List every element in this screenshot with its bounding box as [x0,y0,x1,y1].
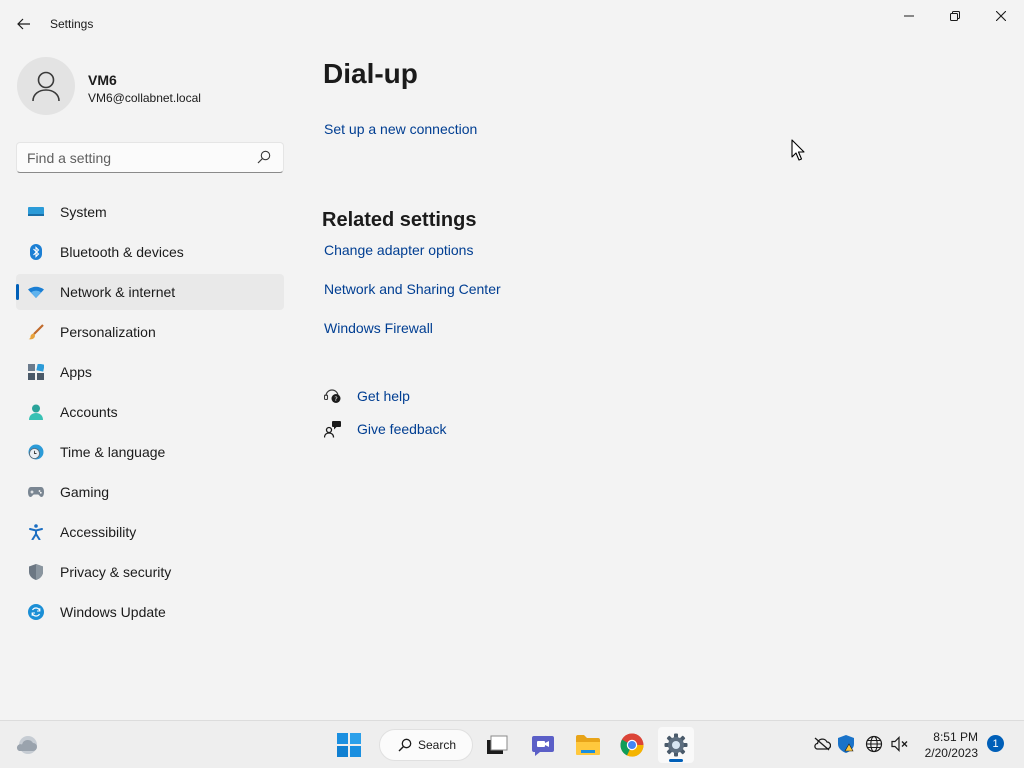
shield-icon [28,564,44,580]
windows-logo-icon [337,733,361,757]
notification-badge[interactable]: 1 [987,735,1004,752]
close-button[interactable] [978,0,1024,32]
gamepad-icon [28,484,44,500]
sidebar-item-label: Time & language [60,444,166,460]
system-icon [28,204,44,220]
network-sharing-center-link[interactable]: Network and Sharing Center [324,281,501,297]
apps-icon [28,364,44,380]
svg-text:?: ? [334,395,337,403]
user-icon [32,71,60,102]
avatar[interactable] [17,57,75,115]
brush-icon [28,324,44,340]
search-icon [398,738,412,752]
taskbar: Search 8:51 PM 2/20/2023 1 [0,720,1024,768]
accounts-icon [28,404,44,420]
accessibility-icon [28,524,44,540]
restore-button[interactable] [932,0,978,32]
task-view-icon [487,735,508,754]
sidebar-item-bluetooth-devices[interactable]: Bluetooth & devices [16,234,284,270]
close-icon [996,11,1006,21]
windows-firewall-link[interactable]: Windows Firewall [324,320,433,336]
back-button[interactable] [10,10,38,38]
sidebar-item-system[interactable]: System [16,194,284,230]
setup-new-connection-link[interactable]: Set up a new connection [324,121,477,137]
taskbar-search[interactable]: Search [379,729,473,761]
get-help-row[interactable]: ? Get help [324,386,410,406]
sidebar-item-personalization[interactable]: Personalization [16,314,284,350]
security-warning-icon[interactable] [837,735,855,753]
sidebar-item-label: Accounts [60,404,118,420]
title-bar: Settings [0,0,1024,48]
search-input[interactable] [27,149,247,167]
sidebar-item-label: Network & internet [60,284,176,300]
change-adapter-options-link[interactable]: Change adapter options [324,242,473,258]
volume-muted-icon[interactable] [891,735,909,753]
get-help-link[interactable]: Get help [357,388,410,404]
sidebar-item-accessibility[interactable]: Accessibility [16,514,284,550]
sidebar-item-time-language[interactable]: Time & language [16,434,284,470]
sidebar-item-label: Privacy & security [60,564,172,580]
clock-time: 8:51 PM [933,730,978,744]
user-email: VM6@collabnet.local [88,91,201,105]
sidebar-item-label: Gaming [60,484,110,500]
onedrive-offline-icon[interactable] [813,735,831,753]
weather-widget-icon[interactable] [14,733,40,757]
start-button[interactable] [331,727,367,763]
folder-icon [576,735,600,755]
sidebar-item-accounts[interactable]: Accounts [16,394,284,430]
page-title: Dial-up [323,58,418,89]
mouse-cursor-icon [791,139,805,161]
sidebar-item-label: Bluetooth & devices [60,244,184,260]
help-icon: ? [324,387,342,405]
restore-icon [950,11,960,21]
task-view-button[interactable] [479,727,515,763]
app-title: Settings [50,17,94,31]
clock-date: 2/20/2023 [924,746,978,760]
sidebar-item-network-internet[interactable]: Network & internet [16,274,284,310]
sidebar-item-windows-update[interactable]: Windows Update [16,594,284,630]
settings-app-button[interactable] [658,727,694,763]
bluetooth-icon [28,244,44,260]
wifi-icon [28,284,44,300]
back-arrow-icon [17,18,30,30]
update-icon [28,604,44,620]
give-feedback-link[interactable]: Give feedback [357,421,447,437]
file-explorer-button[interactable] [570,727,606,763]
chat-icon [532,736,554,756]
chrome-icon [620,733,644,757]
sidebar-item-label: Windows Update [60,604,166,620]
sidebar-item-label: Accessibility [60,524,137,540]
feedback-icon [324,420,342,438]
teams-chat-button[interactable] [525,727,561,763]
sidebar-item-privacy-security[interactable]: Privacy & security [16,554,284,590]
clock-globe-icon [28,444,44,460]
taskbar-clock[interactable]: 8:51 PM 2/20/2023 [918,729,978,761]
minimize-button[interactable] [886,0,932,32]
sidebar-item-label: Personalization [60,324,156,340]
search-box[interactable] [16,142,284,173]
chrome-button[interactable] [614,727,650,763]
give-feedback-row[interactable]: Give feedback [324,419,447,439]
gear-icon [664,733,688,757]
network-globe-icon[interactable] [865,735,883,753]
sidebar-item-label: Apps [60,364,92,380]
sidebar-item-gaming[interactable]: Gaming [16,474,284,510]
minimize-icon [904,15,914,17]
related-settings-heading: Related settings [322,209,477,231]
sidebar-item-apps[interactable]: Apps [16,354,284,390]
taskbar-search-label: Search [418,738,457,752]
sidebar-item-label: System [60,204,107,220]
sidebar-nav: System Bluetooth & devices Network & int… [16,194,284,634]
user-name: VM6 [88,72,117,88]
search-icon[interactable] [257,150,273,166]
